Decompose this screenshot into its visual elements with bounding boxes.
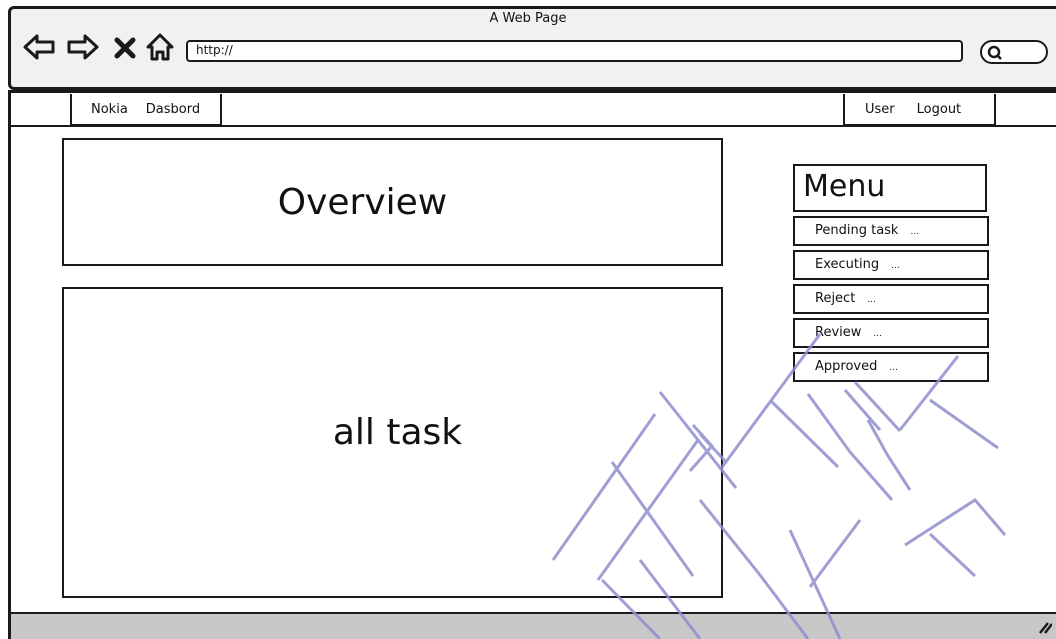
search-field[interactable] <box>980 40 1048 64</box>
address-bar[interactable]: http:// <box>186 40 963 62</box>
search-icon <box>987 45 1002 60</box>
nav-left-group: Nokia Dasbord <box>70 94 222 126</box>
status-bar <box>8 612 1056 639</box>
menu-item-approved[interactable]: Approved... <box>793 352 989 382</box>
nav-item-user[interactable]: User <box>865 102 895 117</box>
ellipsis: ... <box>867 295 876 305</box>
menu-item-executing[interactable]: Executing... <box>793 250 989 280</box>
home-icon[interactable] <box>144 32 176 62</box>
all-task-title: all task <box>332 412 463 453</box>
menu-item-reject[interactable]: Reject... <box>793 284 989 314</box>
side-menu: Menu Pending task... Executing... Reject… <box>793 164 989 382</box>
ellipsis: ... <box>910 227 920 237</box>
all-task-panel: all task <box>62 287 723 598</box>
menu-item-label: Reject <box>815 291 856 306</box>
menu-item-pending-task[interactable]: Pending task... <box>793 216 989 246</box>
menu-item-review[interactable]: Review... <box>793 318 989 348</box>
menu-item-label: Review <box>815 325 862 340</box>
nav-item-logout[interactable]: Logout <box>917 102 962 117</box>
close-x-icon[interactable] <box>112 32 138 62</box>
back-arrow-icon[interactable] <box>22 32 56 62</box>
frame-border <box>8 90 11 614</box>
forward-arrow-icon[interactable] <box>66 32 100 62</box>
nav-item-nokia[interactable]: Nokia <box>91 102 128 117</box>
overview-title: Overview <box>277 181 448 223</box>
ellipsis: ... <box>873 329 882 339</box>
resize-grip-icon[interactable] <box>1036 618 1053 634</box>
ellipsis: ... <box>889 363 898 373</box>
menu-item-label: Executing <box>815 257 880 272</box>
nav-right-group: User Logout <box>843 94 996 126</box>
nav-item-dasbord[interactable]: Dasbord <box>146 102 200 117</box>
ellipsis: ... <box>891 261 900 271</box>
window-title: A Web Page <box>489 11 567 26</box>
menu-item-label: Approved <box>815 359 878 374</box>
browser-window: A Web Page http:// Nokia Dasbord User Lo… <box>0 0 1056 639</box>
overview-panel: Overview <box>62 138 723 266</box>
menu-item-label: Pending task <box>815 223 899 238</box>
menu-title: Menu <box>793 164 987 212</box>
